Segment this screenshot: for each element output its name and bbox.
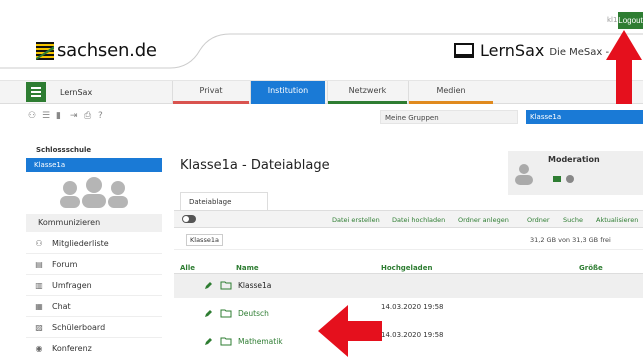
table-row[interactable]: Klasse1a bbox=[174, 274, 643, 298]
poll-icon: ▥ bbox=[35, 280, 43, 290]
sidebar-item-chat[interactable]: ▦ Chat bbox=[26, 297, 162, 317]
moderator-avatar-icon bbox=[515, 164, 533, 185]
sidebar-section-header: Kommunizieren bbox=[26, 214, 162, 232]
quick-icons: ⚇ ☰ ▮ ⇥ ⎙ ? bbox=[28, 112, 107, 121]
upload-date: 14.03.2020 19:58 bbox=[381, 303, 444, 311]
tab-netzwerk[interactable]: Netzwerk bbox=[327, 81, 407, 104]
status-icon[interactable] bbox=[566, 175, 574, 183]
search-button[interactable]: Suche bbox=[563, 216, 583, 224]
red-arrow-left-icon bbox=[318, 305, 382, 357]
upload-file-button[interactable]: Datei hochladen bbox=[392, 216, 445, 224]
nav-app-label: LernSax bbox=[60, 88, 93, 97]
sidebar-item-forum[interactable]: ▤ Forum bbox=[26, 255, 162, 275]
refresh-button[interactable]: Aktualisieren bbox=[596, 216, 638, 224]
logout-button[interactable]: Logout bbox=[618, 12, 643, 29]
coat-of-arms-icon bbox=[36, 41, 54, 60]
tab-institution[interactable]: Institution bbox=[250, 81, 325, 104]
edit-icon[interactable] bbox=[204, 309, 213, 318]
bookmark-icon[interactable]: ▮ bbox=[56, 112, 65, 121]
brand-name: LernSax bbox=[480, 41, 545, 60]
members-icon: ⚇ bbox=[35, 238, 43, 248]
logo-text: sachsen.de bbox=[57, 40, 157, 61]
tab-indicator bbox=[251, 101, 325, 104]
file-name[interactable]: Klasse1a bbox=[238, 281, 271, 290]
folder-button[interactable]: Ordner bbox=[527, 216, 550, 224]
red-arrow-up-icon bbox=[606, 30, 642, 104]
column-size[interactable]: Größe bbox=[579, 264, 603, 272]
sidebar-item-schuelerboard[interactable]: ▨ Schülerboard bbox=[26, 318, 162, 338]
sidebar-item-konferenz[interactable]: ◉ Konferenz bbox=[26, 339, 162, 358]
edit-icon[interactable] bbox=[204, 281, 213, 290]
tab-medien[interactable]: Medien bbox=[408, 81, 493, 104]
folder-icon bbox=[220, 281, 232, 290]
tab-indicator bbox=[409, 101, 493, 104]
mail-icon[interactable] bbox=[553, 176, 561, 182]
file-name[interactable]: Mathematik bbox=[238, 337, 283, 346]
group-select[interactable]: Klasse1a bbox=[526, 110, 643, 124]
storage-quota: 31,2 GB von 31,3 GB frei bbox=[530, 236, 611, 244]
sidebar-item-umfragen[interactable]: ▥ Umfragen bbox=[26, 276, 162, 296]
my-groups-label: Meine Gruppen bbox=[380, 110, 518, 124]
file-name[interactable]: Deutsch bbox=[238, 309, 269, 318]
tab-label: Medien bbox=[436, 86, 466, 95]
breadcrumb[interactable]: Klasse1a bbox=[186, 234, 223, 246]
board-icon: ▨ bbox=[35, 322, 43, 332]
toggle-knob bbox=[183, 216, 189, 222]
tab-label: Netzwerk bbox=[348, 86, 387, 95]
tab-indicator bbox=[173, 101, 249, 104]
tab-dateiablage[interactable]: Dateiablage bbox=[180, 192, 268, 210]
forum-icon: ▤ bbox=[35, 259, 43, 269]
upload-date: 14.03.2020 19:58 bbox=[381, 331, 444, 339]
list-icon[interactable]: ☰ bbox=[42, 112, 51, 121]
tab-privat[interactable]: Privat bbox=[172, 81, 249, 104]
sidebar-item-label: Konferenz bbox=[52, 343, 92, 353]
page-title: Klasse1a - Dateiablage bbox=[180, 158, 330, 173]
tab-label: Privat bbox=[199, 86, 223, 95]
folder-icon bbox=[220, 309, 232, 318]
tab-indicator bbox=[328, 101, 407, 104]
table-row[interactable]: Mathematik 14.03.2020 19:58 bbox=[174, 330, 643, 354]
column-all[interactable]: Alle bbox=[180, 264, 195, 272]
edit-icon[interactable] bbox=[204, 337, 213, 346]
sidebar-item-label: Schülerboard bbox=[52, 322, 106, 332]
chat-icon: ▦ bbox=[35, 301, 43, 311]
help-icon[interactable]: ? bbox=[98, 112, 107, 121]
users-icon[interactable]: ⚇ bbox=[28, 112, 37, 121]
create-file-button[interactable]: Datei erstellen bbox=[332, 216, 380, 224]
hamburger-menu-icon[interactable] bbox=[26, 82, 46, 102]
column-uploaded[interactable]: Hochgeladen bbox=[381, 264, 432, 272]
table-row[interactable]: Deutsch 14.03.2020 19:58 bbox=[174, 302, 643, 326]
group-avatar-icon bbox=[60, 177, 128, 208]
school-name: Schlossschule bbox=[36, 146, 92, 154]
folder-icon bbox=[220, 337, 232, 346]
print-icon[interactable]: ⎙ bbox=[84, 112, 93, 121]
conference-icon: ◉ bbox=[35, 343, 43, 353]
sidebar-item-mitgliederliste[interactable]: ⚇ Mitgliederliste bbox=[26, 234, 162, 254]
column-name[interactable]: Name bbox=[236, 264, 259, 272]
sidebar-item-label: Chat bbox=[52, 301, 71, 311]
sidebar-item-label: Umfragen bbox=[52, 280, 92, 290]
sidebar-item-label: Mitgliederliste bbox=[52, 238, 109, 248]
tab-label: Institution bbox=[267, 86, 309, 95]
monitor-icon bbox=[454, 42, 474, 58]
sidebar-item-label: Forum bbox=[52, 259, 78, 269]
create-folder-button[interactable]: Ordner anlegen bbox=[458, 216, 509, 224]
sidebar-class-item[interactable]: Klasse1a bbox=[26, 158, 162, 172]
export-icon[interactable]: ⇥ bbox=[70, 112, 79, 121]
moderation-title: Moderation bbox=[548, 155, 600, 164]
sachsen-logo[interactable]: sachsen.de bbox=[36, 40, 157, 61]
lernsax-brand: LernSax Die MeSax - Sc bbox=[454, 41, 624, 60]
